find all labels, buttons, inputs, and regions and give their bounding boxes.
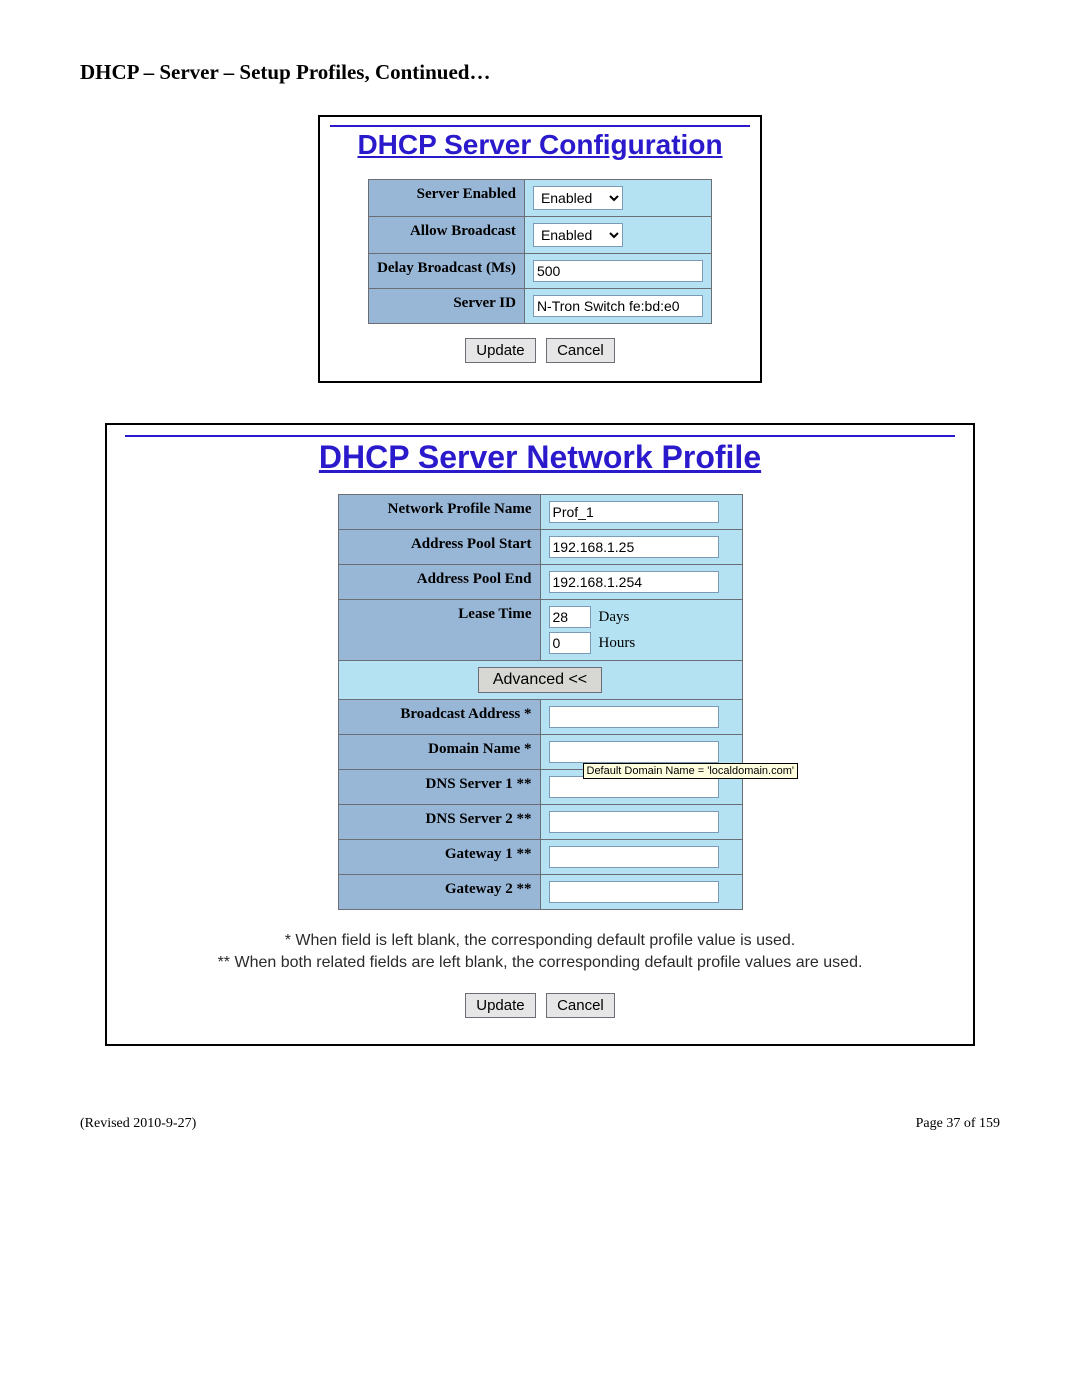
page-heading: DHCP – Server – Setup Profiles, Continue… bbox=[80, 60, 1000, 85]
config-table: Server Enabled Enabled Allow Broadcast E… bbox=[368, 179, 712, 324]
pool-start-label: Address Pool Start bbox=[338, 530, 540, 565]
pool-start-input[interactable] bbox=[549, 536, 719, 558]
lease-hours-unit: Hours bbox=[599, 635, 636, 652]
server-enabled-label: Server Enabled bbox=[369, 180, 525, 217]
config-panel: DHCP Server Configuration Server Enabled… bbox=[318, 115, 762, 383]
server-id-input[interactable] bbox=[533, 295, 703, 317]
note-double-asterisk: ** When both related fields are left bla… bbox=[125, 952, 955, 974]
pool-end-label: Address Pool End bbox=[338, 565, 540, 600]
gateway2-input[interactable] bbox=[549, 881, 719, 903]
page-number: Page 37 of 159 bbox=[916, 1116, 1000, 1132]
dns1-label: DNS Server 1 ** bbox=[338, 770, 540, 805]
lease-days-unit: Days bbox=[599, 609, 630, 626]
domain-name-label: Domain Name * bbox=[338, 735, 540, 770]
delay-broadcast-input[interactable] bbox=[533, 260, 703, 282]
config-update-button[interactable]: Update bbox=[465, 338, 535, 363]
domain-name-tooltip: Default Domain Name = 'localdomain.com' bbox=[583, 763, 799, 779]
profile-name-input[interactable] bbox=[549, 501, 719, 523]
profile-cancel-button[interactable]: Cancel bbox=[546, 993, 615, 1018]
lease-days-input[interactable] bbox=[549, 606, 591, 628]
delay-broadcast-label: Delay Broadcast (Ms) bbox=[369, 254, 525, 289]
page-footer: (Revised 2010-9-27) Page 37 of 159 bbox=[80, 1116, 1000, 1132]
profile-name-label: Network Profile Name bbox=[338, 495, 540, 530]
profile-panel: DHCP Server Network Profile Network Prof… bbox=[105, 423, 975, 1046]
gateway1-label: Gateway 1 ** bbox=[338, 840, 540, 875]
allow-broadcast-label: Allow Broadcast bbox=[369, 217, 525, 254]
dns1-input[interactable] bbox=[549, 776, 719, 798]
note-single-asterisk: * When field is left blank, the correspo… bbox=[125, 930, 955, 952]
advanced-toggle-button[interactable]: Advanced << bbox=[478, 667, 602, 693]
dns2-input[interactable] bbox=[549, 811, 719, 833]
broadcast-addr-input[interactable] bbox=[549, 706, 719, 728]
profile-panel-title: DHCP Server Network Profile bbox=[125, 439, 955, 476]
broadcast-addr-label: Broadcast Address * bbox=[338, 700, 540, 735]
config-cancel-button[interactable]: Cancel bbox=[546, 338, 615, 363]
lease-hours-input[interactable] bbox=[549, 632, 591, 654]
dns2-label: DNS Server 2 ** bbox=[338, 805, 540, 840]
domain-name-input[interactable] bbox=[549, 741, 719, 763]
revised-date: (Revised 2010-9-27) bbox=[80, 1116, 196, 1132]
config-panel-title: DHCP Server Configuration bbox=[330, 129, 750, 161]
lease-time-label: Lease Time bbox=[338, 600, 540, 661]
gateway2-label: Gateway 2 ** bbox=[338, 875, 540, 910]
server-enabled-select[interactable]: Enabled bbox=[533, 186, 623, 210]
allow-broadcast-select[interactable]: Enabled bbox=[533, 223, 623, 247]
profile-update-button[interactable]: Update bbox=[465, 993, 535, 1018]
pool-end-input[interactable] bbox=[549, 571, 719, 593]
gateway1-input[interactable] bbox=[549, 846, 719, 868]
server-id-label: Server ID bbox=[369, 289, 525, 324]
profile-table: Network Profile Name Address Pool Start … bbox=[338, 494, 743, 910]
